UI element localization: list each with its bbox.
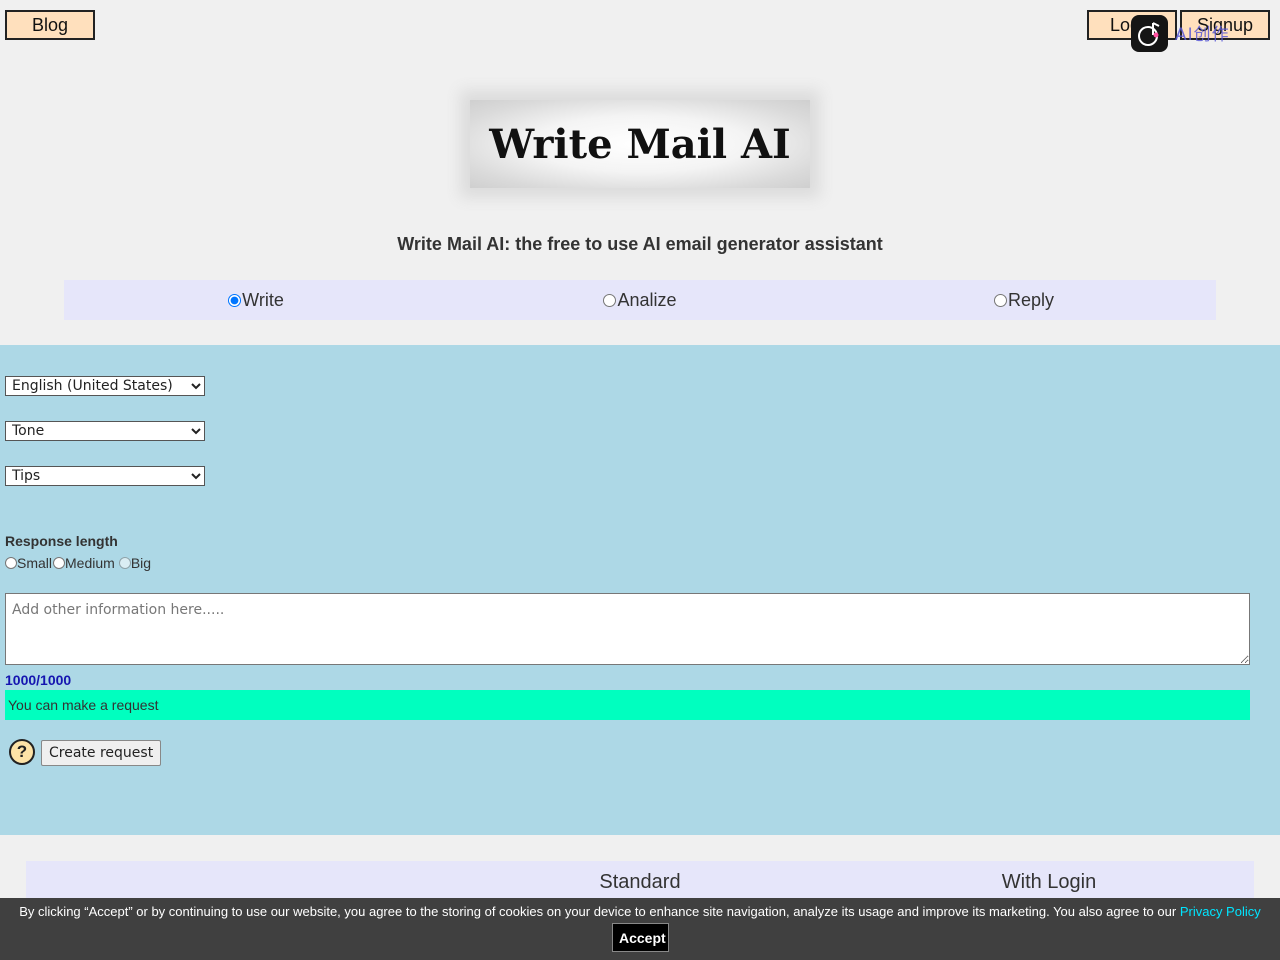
mode-analize-label: Analize (617, 289, 677, 310)
cookie-message: By clicking “Accept” or by continuing to… (0, 904, 1280, 919)
request-status-bar: You can make a request (5, 690, 1250, 720)
tone-select[interactable]: Tone (5, 421, 205, 441)
accept-cookies-button[interactable]: Accept (612, 923, 669, 952)
create-request-button[interactable]: Create request (41, 740, 162, 766)
character-counter: 1000/1000 (5, 672, 72, 688)
length-medium-label: Medium (65, 555, 115, 571)
mode-write-radio[interactable] (228, 293, 242, 307)
mode-write[interactable]: Write (64, 290, 448, 311)
site-logo: Write Mail AI (470, 100, 810, 188)
tips-select[interactable]: Tips (5, 466, 205, 486)
blog-button[interactable]: Blog (5, 10, 95, 40)
length-small-radio[interactable] (5, 557, 17, 569)
cookie-banner: By clicking “Accept” or by continuing to… (0, 898, 1280, 960)
help-icon[interactable]: ? (9, 739, 35, 765)
length-big-radio[interactable] (118, 557, 131, 569)
pricing-table-header: Standard With Login (26, 861, 1254, 901)
mode-analize[interactable]: Analize (448, 290, 832, 311)
logo-text: Write Mail AI (489, 120, 791, 168)
pricing-column-standard: Standard (599, 871, 681, 893)
mode-reply-radio[interactable] (993, 293, 1007, 307)
ai-badge-label[interactable]: AI创作 (1175, 20, 1230, 45)
mode-reply[interactable]: Reply (832, 290, 1216, 311)
email-form-panel: English (United States) Tone Tips Respon… (0, 345, 1280, 835)
page-tagline: Write Mail AI: the free to use AI email … (397, 234, 883, 254)
mode-selector: Write Analize Reply (64, 280, 1216, 320)
other-info-textarea[interactable] (5, 593, 1250, 665)
length-big-label: Big (130, 555, 152, 571)
cookie-text: By clicking “Accept” or by continuing to… (19, 904, 1177, 919)
length-small-label: Small (17, 555, 53, 571)
ai-badge-icon[interactable] (1131, 15, 1168, 52)
mode-write-label: Write (242, 289, 284, 310)
mode-reply-label: Reply (1007, 289, 1055, 310)
pricing-column-with-login: With Login (1001, 871, 1097, 893)
mode-analize-radio[interactable] (603, 293, 617, 307)
privacy-policy-link[interactable]: Privacy Policy (1180, 904, 1261, 919)
response-length-options: Small Medium Big (4, 555, 151, 571)
length-medium-radio[interactable] (53, 557, 66, 569)
language-select[interactable]: English (United States) (5, 376, 205, 396)
response-length-label: Response length (5, 533, 118, 549)
